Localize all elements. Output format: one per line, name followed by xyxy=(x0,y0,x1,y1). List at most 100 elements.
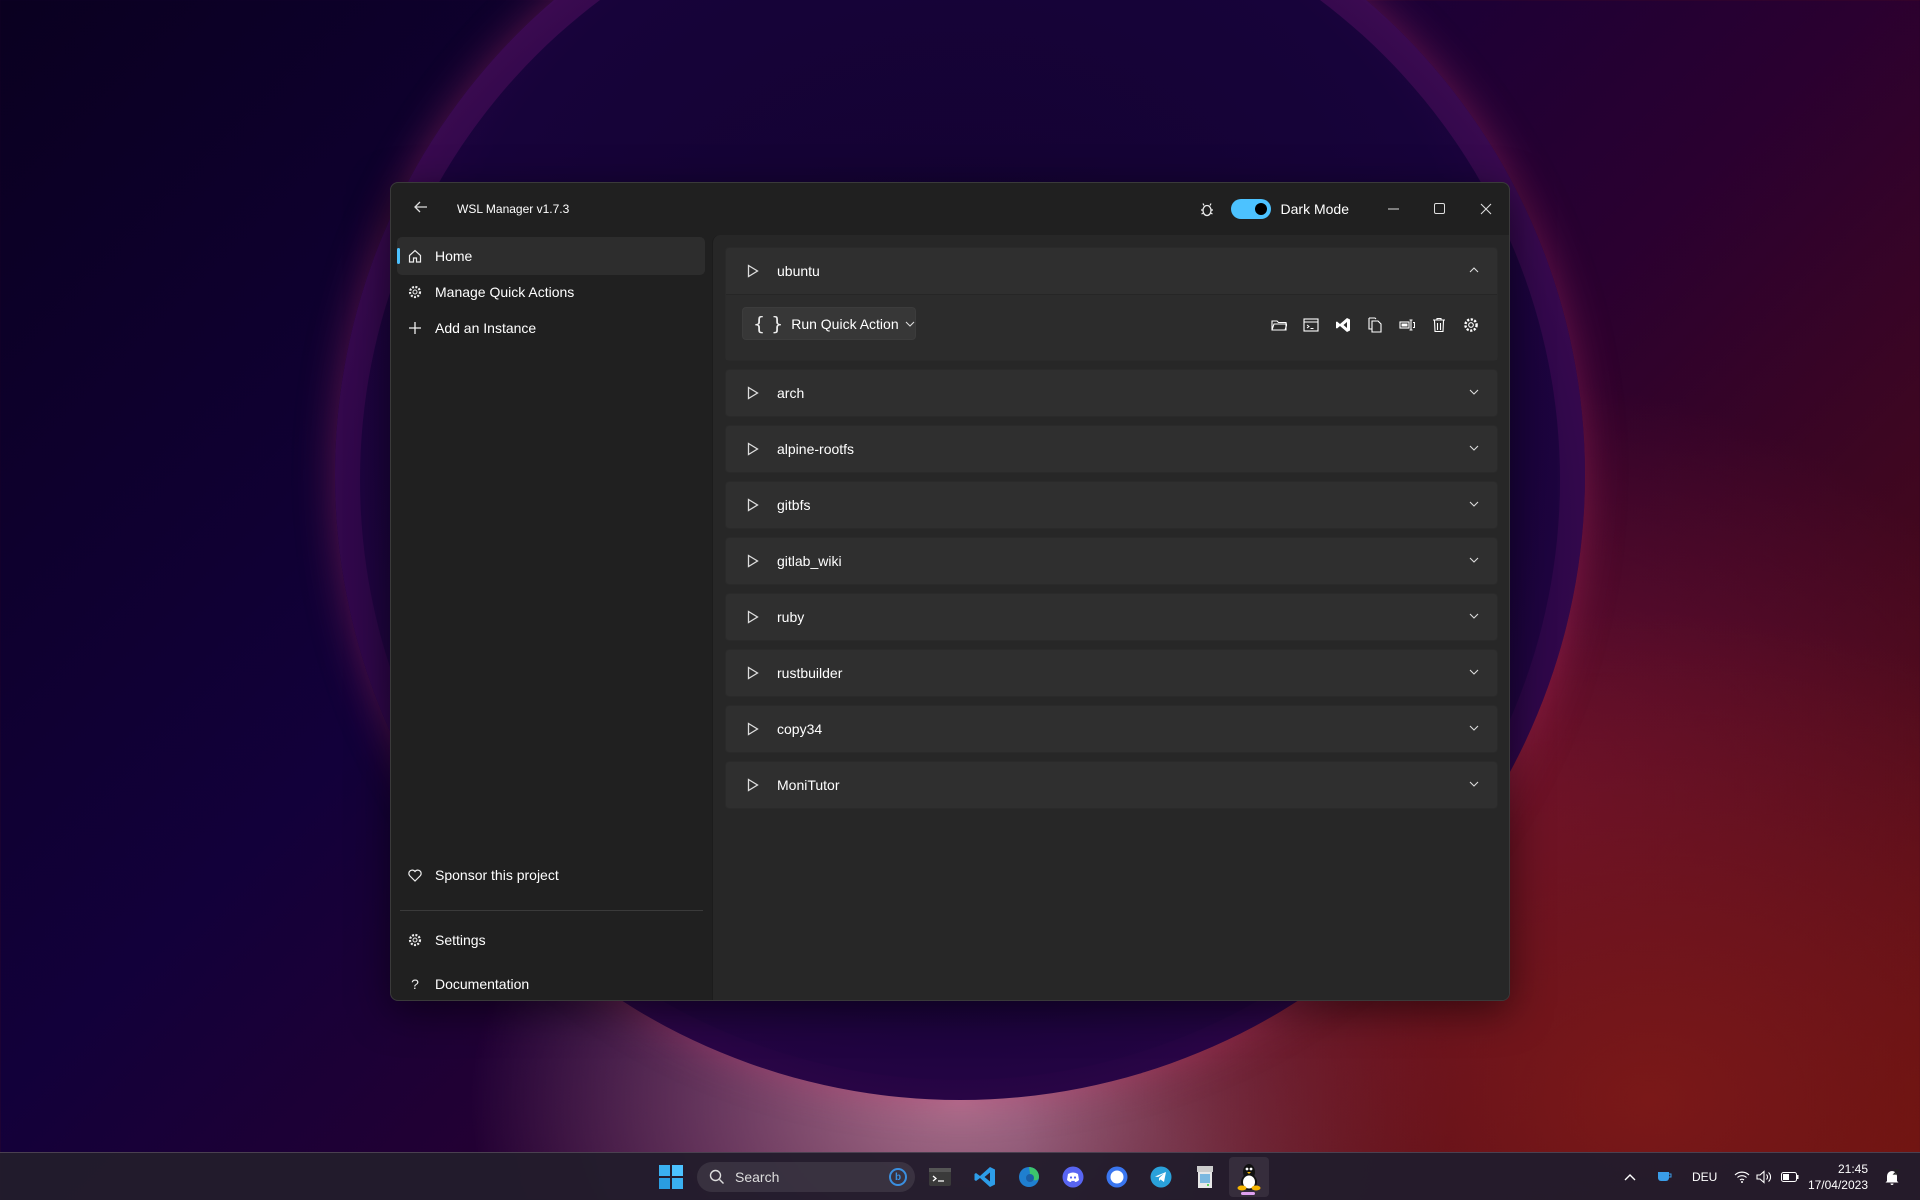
language-indicator[interactable]: DEU xyxy=(1692,1153,1717,1200)
coffee-cup-icon xyxy=(1658,1172,1672,1181)
instance-action-toolbar xyxy=(1257,315,1481,335)
chevron-up-icon xyxy=(1469,267,1479,273)
clock-time: 21:45 xyxy=(1837,1162,1868,1176)
taskbar-terminal[interactable] xyxy=(921,1159,959,1195)
edge-app-icon xyxy=(1019,1167,1039,1187)
run-quick-action-dropdown[interactable]: { } Run Quick Action xyxy=(742,307,916,340)
sidebar-item-home[interactable]: Home xyxy=(397,237,705,275)
notifications-button[interactable] xyxy=(1884,1153,1900,1200)
discord-app-icon xyxy=(1062,1166,1084,1188)
start-instance-button[interactable] xyxy=(746,778,760,792)
copy-button[interactable] xyxy=(1365,315,1385,335)
instance-name: rustbuilder xyxy=(777,665,843,681)
instance-header[interactable]: gitbfs xyxy=(726,482,1497,528)
start-instance-button[interactable] xyxy=(746,386,760,400)
sidebar-item-label: Documentation xyxy=(435,976,530,992)
tray-app[interactable] xyxy=(1657,1153,1673,1200)
toggle-knob xyxy=(1254,203,1267,215)
chevron-down-icon xyxy=(1469,389,1479,395)
bug-icon xyxy=(1200,203,1213,217)
instance-header[interactable]: rustbuilder xyxy=(726,650,1497,696)
instance-header[interactable]: MoniTutor xyxy=(726,762,1497,808)
rename-button[interactable] xyxy=(1397,315,1417,335)
start-instance-button[interactable] xyxy=(746,264,760,278)
sidebar-item-label: Home xyxy=(435,248,473,264)
vscode-app-icon xyxy=(974,1167,995,1187)
taskbar-search[interactable]: Search b xyxy=(697,1162,915,1192)
dark-mode-toggle[interactable] xyxy=(1230,199,1271,219)
clock[interactable]: 21:45 17/04/2023 xyxy=(1808,1161,1868,1193)
start-instance-button[interactable] xyxy=(746,498,760,512)
start-button[interactable] xyxy=(652,1159,690,1195)
minimize-button[interactable] xyxy=(1371,189,1417,229)
expand-toggle[interactable] xyxy=(1467,441,1481,455)
taskbar-discord[interactable] xyxy=(1054,1159,1092,1195)
play-icon xyxy=(747,554,759,568)
instance-expander: gitlab_wiki xyxy=(725,537,1498,585)
network-button[interactable] xyxy=(1734,1153,1750,1200)
taskbar-scanner[interactable] xyxy=(1186,1159,1224,1195)
chevron-down-icon xyxy=(1469,781,1479,787)
open-folder-button[interactable] xyxy=(1269,315,1289,335)
delete-icon xyxy=(1433,317,1445,333)
sidebar-item-label: Add an Instance xyxy=(435,320,537,336)
minimize-icon xyxy=(1388,208,1399,210)
start-instance-button[interactable] xyxy=(746,554,760,568)
instance-header[interactable]: copy34 xyxy=(726,706,1497,752)
play-icon xyxy=(747,386,759,400)
maximize-button[interactable] xyxy=(1417,189,1463,229)
terminal-button[interactable] xyxy=(1301,315,1321,335)
taskbar-wsl-manager[interactable] xyxy=(1229,1157,1269,1197)
bug-report-button[interactable] xyxy=(1197,199,1217,219)
play-icon xyxy=(747,778,759,792)
instance-header[interactable]: alpine-rootfs xyxy=(726,426,1497,472)
expand-toggle[interactable] xyxy=(1467,777,1481,791)
sidebar-item-manage-quick-actions[interactable]: Manage Quick Actions xyxy=(397,273,705,311)
plus-icon xyxy=(409,322,421,334)
taskbar-vscode[interactable] xyxy=(966,1159,1004,1195)
instance-list: ubuntu { } Run Quick Action arch alpine-root… xyxy=(712,235,1509,1000)
battery-button[interactable] xyxy=(1781,1153,1799,1200)
settings-button[interactable] xyxy=(1461,315,1481,335)
expand-toggle[interactable] xyxy=(1467,609,1481,623)
dark-mode-label: Dark Mode xyxy=(1280,201,1349,217)
instance-header[interactable]: ruby xyxy=(726,594,1497,640)
expand-toggle[interactable] xyxy=(1467,553,1481,567)
expand-toggle[interactable] xyxy=(1467,665,1481,679)
instance-header[interactable]: arch xyxy=(726,370,1497,416)
expand-toggle[interactable] xyxy=(1467,263,1481,277)
braces-icon: { } xyxy=(753,312,784,335)
scanner-app-icon xyxy=(1197,1166,1213,1188)
expand-toggle[interactable] xyxy=(1467,721,1481,735)
expand-toggle[interactable] xyxy=(1467,385,1481,399)
sidebar-item-add-instance[interactable]: Add an Instance xyxy=(397,309,705,347)
taskbar-edge[interactable] xyxy=(1010,1159,1048,1195)
settings-icon xyxy=(1464,318,1478,332)
maximize-icon xyxy=(1434,203,1445,214)
instance-expander: copy34 xyxy=(725,705,1498,753)
start-instance-button[interactable] xyxy=(746,666,760,680)
copy-icon xyxy=(1368,317,1382,333)
start-instance-button[interactable] xyxy=(746,442,760,456)
sidebar-item-sponsor[interactable]: Sponsor this project xyxy=(397,856,705,894)
volume-button[interactable] xyxy=(1756,1153,1772,1200)
sidebar-item-documentation[interactable]: ? Documentation xyxy=(397,965,705,1000)
sidebar-item-settings[interactable]: Settings xyxy=(397,921,705,959)
vscode-button[interactable] xyxy=(1333,315,1353,335)
expand-toggle[interactable] xyxy=(1467,497,1481,511)
chevron-down-icon xyxy=(1469,445,1479,451)
back-button[interactable] xyxy=(405,193,437,221)
instance-header[interactable]: gitlab_wiki xyxy=(726,538,1497,584)
start-instance-button[interactable] xyxy=(746,722,760,736)
taskbar-telegram[interactable] xyxy=(1142,1159,1180,1195)
wsl-manager-app-icon xyxy=(1237,1164,1261,1191)
taskbar-signal[interactable] xyxy=(1098,1159,1136,1195)
delete-button[interactable] xyxy=(1429,315,1449,335)
chevron-up-icon xyxy=(1624,1174,1636,1181)
close-button[interactable] xyxy=(1463,189,1509,229)
tray-overflow-button[interactable] xyxy=(1624,1153,1636,1200)
start-instance-button[interactable] xyxy=(746,610,760,624)
app-window: WSL Manager v1.7.3 Dark Mode Home Manage… xyxy=(390,182,1510,1001)
run-quick-action-label: Run Quick Action xyxy=(791,315,899,332)
instance-header[interactable]: ubuntu xyxy=(726,248,1497,294)
